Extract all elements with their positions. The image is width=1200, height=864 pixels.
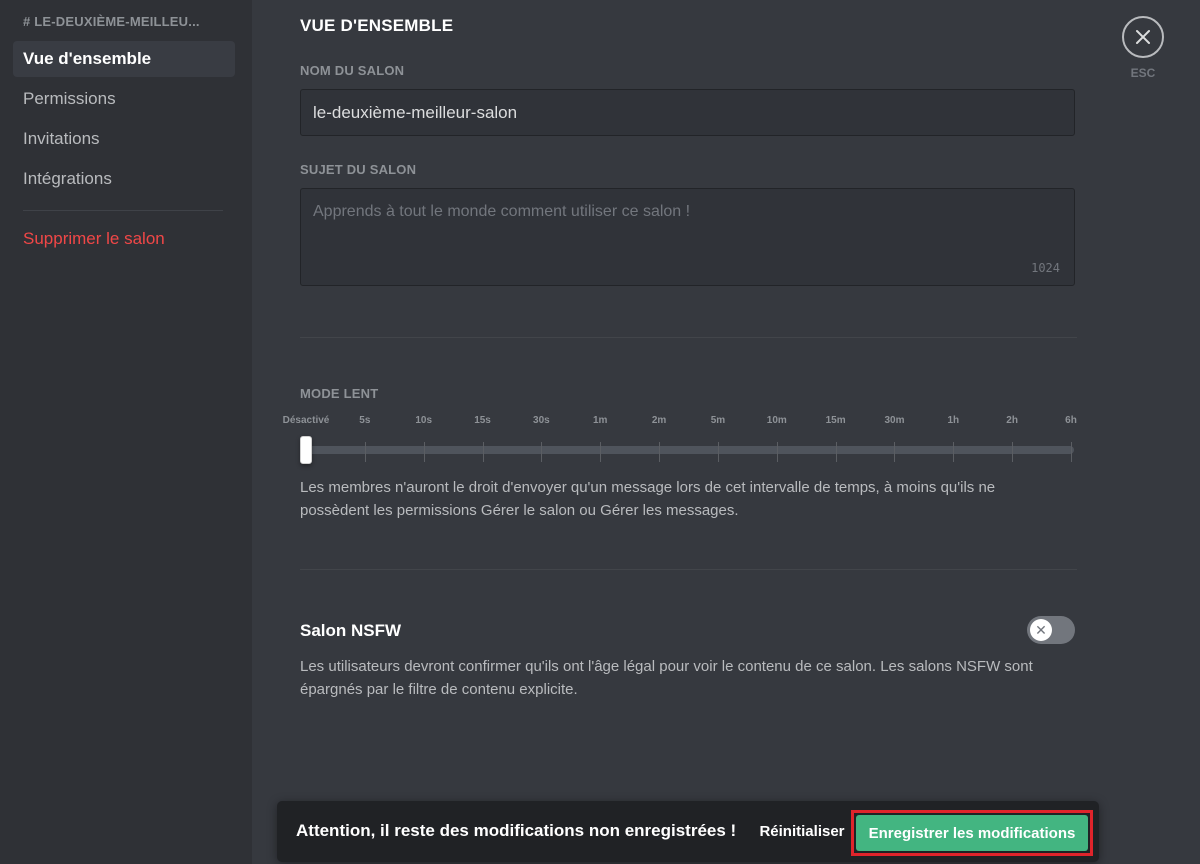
channel-settings-window: # LE-DEUXIÈME-MEILLEU... Vue d'ensemble … (0, 0, 1200, 864)
slider-tick-mark (717, 442, 719, 462)
slider-tick-mark (776, 442, 778, 462)
slider-tick-mark (482, 442, 484, 462)
settings-content: VUE D'ENSEMBLE NOM DU SALON SUJET DU SAL… (252, 0, 1200, 864)
sidebar-item-permissions[interactable]: Permissions (13, 81, 235, 117)
slider-handle[interactable] (300, 436, 312, 464)
toggle-x-icon: ✕ (1030, 619, 1052, 641)
slider-tick-label: 5m (710, 415, 726, 426)
slider-tick-mark (600, 442, 602, 462)
slider-tick-label: Désactivé (282, 415, 330, 426)
slider-tick-mark (835, 442, 837, 462)
settings-sidebar: # LE-DEUXIÈME-MEILLEU... Vue d'ensemble … (0, 0, 252, 864)
sidebar-item-overview[interactable]: Vue d'ensemble (13, 41, 235, 77)
slider-track[interactable] (306, 446, 1074, 454)
channel-name-header: # LE-DEUXIÈME-MEILLEU... (23, 14, 200, 29)
reset-button[interactable]: Réinitialiser (752, 813, 852, 849)
char-count: 1024 (1031, 261, 1060, 275)
channel-name-input[interactable] (300, 89, 1075, 136)
slider-tick-mark (423, 442, 425, 462)
section-divider (300, 569, 1077, 570)
nsfw-label: Salon NSFW (300, 621, 402, 640)
slider-tick-label: 30s (533, 415, 550, 426)
slider-tick-label: 1h (947, 415, 960, 426)
esc-label: ESC (1130, 66, 1156, 80)
close-button[interactable] (1122, 16, 1164, 58)
slider-tick-label: 10m (766, 415, 787, 426)
slider-tick-mark (1071, 442, 1072, 462)
sidebar-item-invitations[interactable]: Invitations (13, 121, 235, 157)
section-divider (300, 337, 1077, 338)
page-title: VUE D'ENSEMBLE (300, 16, 454, 35)
slider-tick-label: 5s (359, 415, 371, 426)
save-changes-button[interactable]: Enregistrer les modifications (856, 815, 1088, 851)
slider-tick-mark (541, 442, 543, 462)
slider-tick-mark (659, 442, 661, 462)
slider-tick-label: 6h (1065, 415, 1077, 426)
slider-tick-label: 2h (1006, 415, 1018, 426)
nsfw-help-text: Les utilisateurs devront confirmer qu'il… (300, 658, 1033, 698)
slider-tick-mark (1012, 442, 1014, 462)
channel-topic-label: SUJET DU SALON (300, 162, 417, 177)
slider-tick-mark (953, 442, 955, 462)
save-button-highlight: Enregistrer les modifications (851, 810, 1093, 856)
slowmode-label: MODE LENT (300, 386, 379, 401)
slider-tick-label: 2m (651, 415, 667, 426)
notice-text: Attention, il reste des modifications no… (296, 821, 737, 840)
slowmode-help-text: Les membres n'auront le droit d'envoyer … (300, 479, 996, 519)
sidebar-divider (23, 210, 223, 211)
nsfw-toggle[interactable]: ✕ (1027, 616, 1075, 644)
slider-tick-mark (894, 442, 896, 462)
slider-tick-label: 30m (884, 415, 905, 426)
channel-topic-input[interactable] (301, 189, 1074, 285)
unsaved-changes-notice: Attention, il reste des modifications no… (277, 801, 1099, 862)
slider-tick-label: 1m (592, 415, 608, 426)
channel-name-label: NOM DU SALON (300, 63, 405, 78)
slider-tick-label: 10s (415, 415, 433, 426)
sidebar-item-integrations[interactable]: Intégrations (13, 161, 235, 197)
channel-topic-field: 1024 (300, 188, 1075, 286)
slowmode-slider[interactable]: Désactivé 5s 10s 15s 30s 1m 2m 5m 10m 15m 30m 1h 2h 6… (283, 415, 1077, 475)
slider-tick-label: 15m (825, 415, 846, 426)
close-icon (1136, 30, 1150, 44)
delete-channel-button[interactable]: Supprimer le salon (13, 221, 235, 257)
slider-tick-label: 15s (474, 415, 491, 426)
slider-tick-mark (364, 442, 366, 462)
